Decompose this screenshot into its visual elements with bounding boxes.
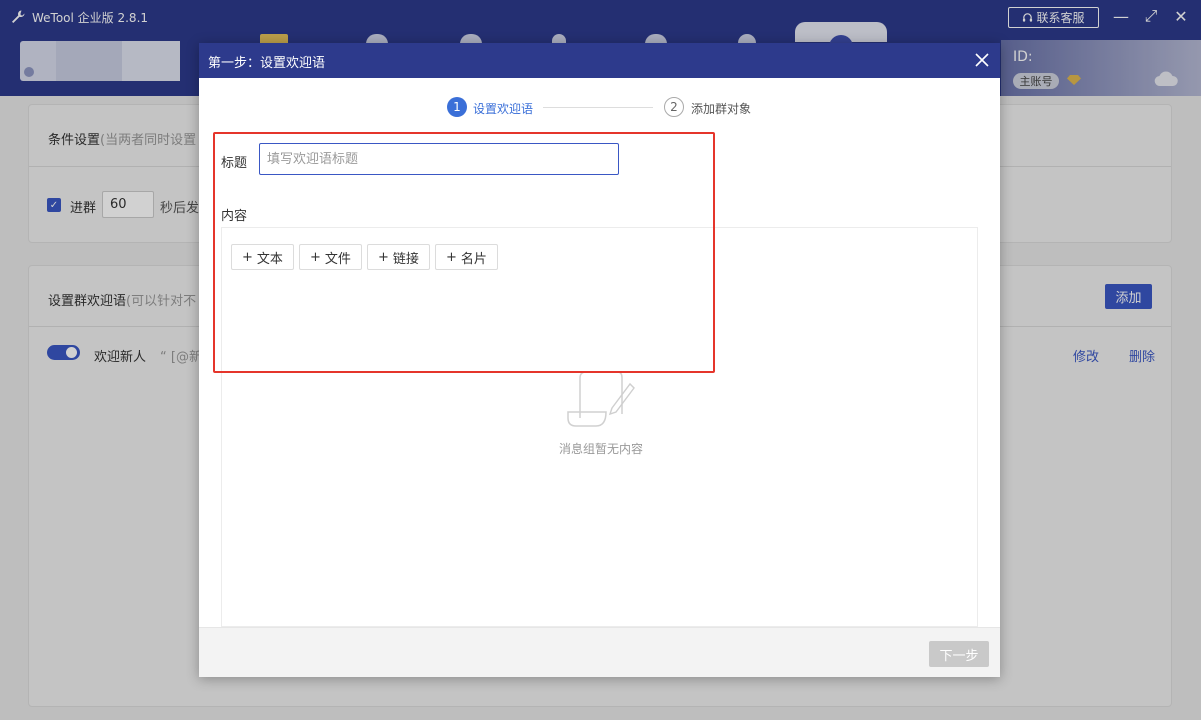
close-icon[interactable] [973,51,991,69]
title-field-label: 标题 [221,156,248,171]
welcome-dialog: 第一步：设置欢迎语 1 设置欢迎语 2 添加群对象 标题 内容 + 文本 + 文… [199,43,1000,677]
empty-scroll-icon [567,371,635,427]
add-card-button[interactable]: + 名片 [435,244,498,270]
add-file-label: 文件 [324,251,351,267]
step-indicator: 1 设置欢迎语 2 添加群对象 [447,97,767,117]
plus-icon: + [446,249,457,265]
add-text-label: 文本 [256,251,283,267]
empty-message: 消息组暂无内容 [558,442,643,456]
step-2-label: 添加群对象 [691,102,752,116]
add-link-label: 链接 [392,251,419,267]
step-2-number: 2 [664,97,684,117]
dialog-footer: 下一步 [199,627,1000,677]
add-text-button[interactable]: + 文本 [231,244,294,270]
add-link-button[interactable]: + 链接 [367,244,430,270]
content-editor: + 文本 + 文件 + 链接 + 名片 消息组暂无内容 [221,227,978,627]
add-card-label: 名片 [460,251,487,267]
next-step-button[interactable]: 下一步 [929,641,989,667]
plus-icon: + [242,249,253,265]
content-field-label: 内容 [221,209,248,224]
dialog-header: 第一步：设置欢迎语 [199,43,1000,78]
dialog-title: 第一步：设置欢迎语 [208,56,326,71]
plus-icon: + [378,249,389,265]
plus-icon: + [310,249,321,265]
step-connector [543,107,653,108]
add-file-button[interactable]: + 文件 [299,244,362,270]
step-1-label: 设置欢迎语 [473,102,534,116]
welcome-title-input[interactable] [259,143,619,175]
step-1-number: 1 [447,97,467,117]
